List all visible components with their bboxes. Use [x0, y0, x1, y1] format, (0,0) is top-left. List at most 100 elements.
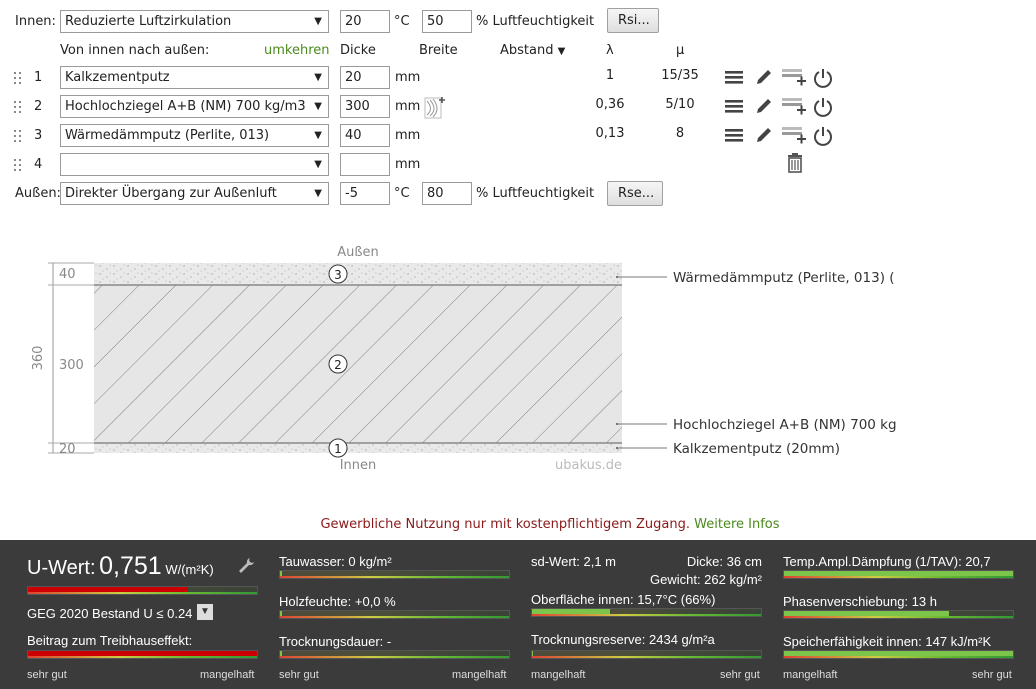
pencil-icon[interactable]: [754, 96, 774, 120]
diagram-label-layer-3: Wärmedämmputz (Perlite, 013) (: [673, 270, 895, 286]
inside-temp-unit: °C: [394, 14, 410, 29]
scale-good-label: sehr gut: [27, 669, 67, 681]
wood-moisture-label: Holzfeuchte: +0,0 %: [279, 594, 396, 609]
more-info-link[interactable]: Weitere Infos: [694, 517, 779, 532]
add-sublayer-icon[interactable]: [781, 67, 807, 91]
results-panel: U-Wert: 0,751 W/(m²K) GEG 2020 Bestand U…: [0, 540, 1036, 689]
drag-handle-icon[interactable]: [14, 72, 22, 84]
layer-2-material-value: Hochlochziegel A+B (NM) 700 kg/m3: [65, 99, 306, 114]
add-sublayer-icon[interactable]: [781, 125, 807, 149]
heat-storage-label: Speicherfähigkeit innen: 147 kJ/m²K: [783, 634, 992, 649]
lambda-header: λ: [606, 43, 614, 58]
geg-dropdown-icon[interactable]: ▼: [197, 604, 213, 620]
scale-good-label: sehr gut: [279, 669, 319, 681]
layer-1-band: [94, 443, 622, 453]
inside-climate-value: Reduzierte Luftzirkulation: [65, 14, 232, 29]
outside-climate-select[interactable]: Direkter Übergang zur Außenluft ▼: [60, 182, 329, 205]
layer-1-unit: mm: [395, 70, 421, 85]
layer-2-thickness-input[interactable]: 300: [340, 95, 390, 118]
power-icon[interactable]: [812, 67, 834, 93]
menu-icon[interactable]: [724, 125, 744, 149]
inside-side-label: Innen: [340, 458, 377, 473]
dim-layer-1: 20: [59, 442, 76, 457]
layer-number: 1: [34, 70, 43, 85]
uwert-label: U-Wert:: [27, 557, 96, 579]
notice-text: Gewerbliche Nutzung nur mit kostenpflich…: [320, 517, 691, 532]
layer-3-thickness-input[interactable]: 40: [340, 124, 390, 147]
mu-header: μ: [676, 43, 685, 58]
uwert-value: 0,751: [99, 552, 162, 580]
chevron-down-icon: ▼: [314, 130, 322, 141]
greenhouse-meter: [27, 650, 258, 659]
layer-1-mu: 15/35: [661, 68, 699, 83]
dim-layer-3: 40: [59, 267, 76, 282]
scale-bad-label: mangelhaft: [200, 669, 255, 681]
thickness-header: Dicke: [340, 43, 376, 58]
rse-button[interactable]: Rse...: [607, 181, 663, 206]
tav-label: Temp.Ampl.Dämpfung (1/TAV): 20,7: [783, 554, 991, 569]
pencil-icon[interactable]: [754, 67, 774, 91]
chevron-down-icon: ▼: [314, 101, 322, 112]
layer-3-lambda: 0,13: [595, 126, 625, 141]
layer-2-mu: 5/10: [665, 97, 695, 112]
direction-label: Von innen nach außen:: [60, 43, 210, 58]
layer-3-material-select[interactable]: Wärmedämmputz (Perlite, 013) ▼: [60, 124, 329, 147]
sort-down-icon: ▼: [557, 46, 566, 57]
outside-temp-unit: °C: [394, 186, 410, 201]
layer-4-thickness-input[interactable]: [340, 153, 390, 176]
menu-icon[interactable]: [724, 96, 744, 120]
layer-4-unit: mm: [395, 157, 421, 172]
power-icon[interactable]: [812, 125, 834, 151]
layer-number: 4: [34, 157, 43, 172]
weight-label: Gewicht: 262 kg/m²: [650, 572, 762, 587]
layer-3-material-value: Wärmedämmputz (Perlite, 013): [65, 128, 270, 143]
condensation-label: Tauwasser: 0 kg/m²: [279, 554, 392, 569]
drying-reserve-label: Trocknungsreserve: 2434 g/m²a: [531, 632, 715, 647]
rsi-button[interactable]: Rsi...: [607, 8, 659, 33]
pencil-icon[interactable]: [754, 125, 774, 149]
inside-label: Innen:: [15, 14, 56, 29]
trash-icon[interactable]: [786, 153, 804, 173]
power-icon[interactable]: [812, 96, 834, 122]
wood-moisture-meter: [279, 610, 510, 619]
add-sublayer-icon[interactable]: [781, 96, 807, 120]
inside-humidity-input[interactable]: 50: [422, 10, 472, 33]
drying-reserve-meter: [531, 650, 762, 659]
wrench-icon[interactable]: [237, 556, 257, 574]
thickness-total-label: Dicke: 36 cm: [686, 554, 762, 569]
menu-icon[interactable]: [724, 67, 744, 91]
scale-good-label: sehr gut: [972, 669, 1012, 681]
chevron-down-icon: ▼: [314, 16, 322, 27]
spacing-header[interactable]: Abstand ▼: [500, 43, 565, 58]
drag-handle-icon[interactable]: [14, 101, 22, 113]
reverse-link[interactable]: umkehren: [264, 43, 330, 58]
chevron-down-icon: ▼: [314, 159, 322, 170]
chevron-down-icon: ▼: [314, 72, 322, 83]
layer-1-material-select[interactable]: Kalkzementputz ▼: [60, 66, 329, 89]
add-mixed-layer-icon[interactable]: [424, 95, 446, 119]
layer-2-material-select[interactable]: Hochlochziegel A+B (NM) 700 kg/m3 ▼: [60, 95, 329, 118]
uwert-display: U-Wert: 0,751 W/(m²K): [27, 552, 214, 581]
layer-marker-3-text: 3: [334, 268, 342, 282]
geg-standard: GEG 2020 Bestand U ≤ 0.24: [27, 606, 193, 621]
inside-temp-input[interactable]: 20: [340, 10, 390, 33]
layer-3-mu: 8: [675, 126, 685, 141]
diagram-label-layer-1: Kalkzementputz (20mm): [673, 441, 840, 457]
surface-temp-meter: [531, 608, 762, 617]
outside-humidity-input[interactable]: 80: [422, 182, 472, 205]
layer-3-unit: mm: [395, 128, 421, 143]
outside-temp-input[interactable]: -5: [340, 182, 390, 205]
inside-climate-select[interactable]: Reduzierte Luftzirkulation ▼: [60, 10, 329, 33]
layer-4-material-select[interactable]: ▼: [60, 153, 329, 176]
drag-handle-icon[interactable]: [14, 130, 22, 142]
scale-bad-label: mangelhaft: [531, 669, 586, 681]
heat-storage-meter: [783, 650, 1014, 659]
uwert-meter: [27, 586, 258, 595]
drag-handle-icon[interactable]: [14, 159, 22, 171]
chevron-down-icon: ▼: [314, 188, 322, 199]
layer-1-thickness-input[interactable]: 20: [340, 66, 390, 89]
outside-climate-value: Direkter Übergang zur Außenluft: [65, 186, 277, 201]
phase-shift-label: Phasenverschiebung: 13 h: [783, 594, 937, 609]
dim-layer-2: 300: [59, 358, 84, 373]
greenhouse-label: Beitrag zum Treibhauseffekt:: [27, 633, 193, 648]
